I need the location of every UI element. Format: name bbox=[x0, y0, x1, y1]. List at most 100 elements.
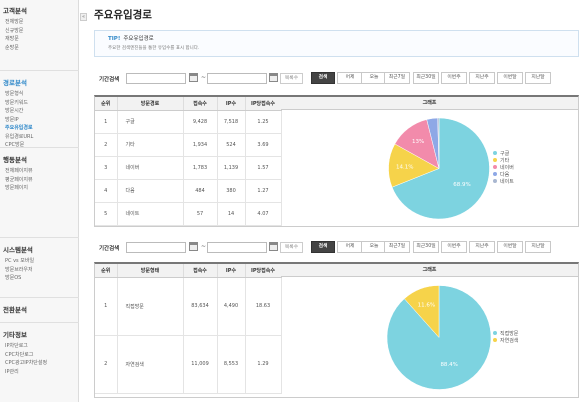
period-preset-button[interactable]: 최근7일 bbox=[384, 241, 410, 253]
table-cell: 기타 bbox=[117, 133, 184, 157]
period-preset-button[interactable]: 어제 bbox=[337, 72, 363, 84]
graph-header: 그래프 bbox=[281, 97, 578, 110]
legend-item[interactable]: 자연검색 bbox=[493, 337, 518, 345]
start-date-input[interactable] bbox=[126, 73, 186, 84]
table-cell: 524 bbox=[217, 133, 246, 157]
sidebar-item[interactable]: CPC방문 bbox=[0, 141, 79, 150]
period-preset-button[interactable]: 최근7일 bbox=[384, 72, 410, 84]
sidebar-item-list: 전체페이지뷰 평균페이지뷰 방문페이지 bbox=[0, 167, 79, 193]
legend-item[interactable]: 네이트 bbox=[493, 179, 514, 186]
table-body: 1 직접방문 83,634 4,490 18.63 2 자연검색 11,009 8,553 1.2… bbox=[95, 277, 282, 394]
search-button[interactable]: 검색 bbox=[311, 241, 335, 253]
sidebar-item[interactable]: CPC차단로그 bbox=[0, 351, 79, 360]
tip-label: TIP! bbox=[108, 36, 121, 42]
table-cell: 1,139 bbox=[217, 156, 246, 180]
period-preset-button[interactable]: 지난주 bbox=[469, 72, 495, 84]
table-cell: 9,428 bbox=[183, 110, 218, 134]
sidebar-item[interactable]: 방문형식 bbox=[0, 90, 79, 99]
table-cell: 네이트 bbox=[117, 202, 184, 226]
legend-label: 직접방문 bbox=[500, 330, 519, 337]
pie-chart: 88.4% 11.6% bbox=[386, 285, 492, 390]
table-cell: 구글 bbox=[117, 110, 184, 134]
sidebar-item[interactable]: 전체페이지뷰 bbox=[0, 167, 79, 176]
legend-item[interactable]: 구글 bbox=[493, 151, 514, 158]
sidebar-item-list: 방문형식 방문키워드 방문시간 방문IP 주요유입경로 유입경로URL CPC방문 bbox=[0, 90, 79, 150]
legend-label: 네이트 bbox=[500, 179, 514, 185]
sidebar-item[interactable]: 주요유입경로 bbox=[0, 124, 79, 133]
end-date-input[interactable] bbox=[207, 73, 267, 84]
legend-item[interactable]: 네이버 bbox=[493, 165, 514, 172]
period-preset-button[interactable]: 이번달 bbox=[497, 72, 523, 84]
period-preset-button[interactable]: 지난달 bbox=[525, 241, 551, 253]
sidebar-item[interactable]: 재방문 bbox=[0, 35, 79, 44]
table-body: 1 구글 9,428 7,518 1.25 2 기타 1,934 524 3.69 3 네이버 1,78… bbox=[95, 110, 282, 226]
sidebar-item[interactable]: 방문IP bbox=[0, 116, 79, 125]
sidebar-section-title[interactable]: 시스템분석 bbox=[0, 245, 79, 255]
sidebar-item[interactable]: 평균페이지뷰 bbox=[0, 176, 79, 185]
period-preset-button[interactable]: 최근30일 bbox=[413, 72, 439, 84]
sidebar-item[interactable]: CPC광고IP차단설정 bbox=[0, 359, 79, 368]
period-preset-button[interactable]: 최근30일 bbox=[413, 241, 439, 253]
sidebar: 고객분석전체방문 신규방문 재방문 순방문경로분석방문형식 방문키워드 방문시간 방문IP 주… bbox=[0, 0, 79, 402]
slice-data-label: 13% bbox=[412, 139, 424, 145]
sidebar-item[interactable]: IP관리 bbox=[0, 368, 79, 377]
calendar-icon[interactable] bbox=[189, 242, 198, 251]
sidebar-section: 고객분석전체방문 신규방문 재방문 순방문 bbox=[0, 6, 79, 52]
start-date-input[interactable] bbox=[126, 242, 186, 253]
period-preset-button[interactable]: 어제 bbox=[337, 241, 363, 253]
period-preset-button[interactable]: 지난달 bbox=[525, 72, 551, 84]
period-preset-button[interactable]: 지난주 bbox=[469, 241, 495, 253]
sidebar-item[interactable]: 순방문 bbox=[0, 44, 79, 53]
sidebar-item[interactable]: 방문페이지 bbox=[0, 184, 79, 193]
sidebar-item[interactable]: 방문시간 bbox=[0, 107, 79, 116]
sidebar-item[interactable]: 유입경로URL bbox=[0, 133, 79, 142]
sidebar-section: 시스템분석 PC vs 모바일 방문브라우저 방문OS bbox=[0, 245, 79, 283]
sidebar-section-title[interactable]: 경로분석 bbox=[0, 78, 79, 88]
list-count-button[interactable]: 목록수 bbox=[280, 73, 303, 84]
sidebar-section-title[interactable]: 고객분석 bbox=[0, 6, 79, 16]
calendar-icon[interactable] bbox=[269, 242, 278, 251]
sidebar-divider bbox=[0, 322, 79, 323]
tip-heading: TIP! 주요유입경로 bbox=[108, 34, 154, 42]
table-header-row: 순위 방문경로 접속수 IP수 IP당접속수 bbox=[95, 97, 282, 111]
sidebar-item[interactable]: 방문브라우저 bbox=[0, 266, 79, 275]
period-preset-button[interactable]: 이번주 bbox=[441, 72, 467, 84]
sidebar-item[interactable]: 방문키워드 bbox=[0, 99, 79, 108]
sidebar-item[interactable]: 전체방문 bbox=[0, 18, 79, 27]
sidebar-section: 기타정보 IP차단로그 CPC차단로그 CPC광고IP차단설정 IP관리 bbox=[0, 330, 79, 376]
sidebar-item[interactable]: PC vs 모바일 bbox=[0, 257, 79, 266]
sidebar-item[interactable]: 신규방문 bbox=[0, 27, 79, 36]
sidebar-item-list: PC vs 모바일 방문브라우저 방문OS bbox=[0, 257, 79, 283]
sidebar-section-title[interactable]: 행동분석 bbox=[0, 155, 79, 165]
table-cell: 1.25 bbox=[245, 110, 282, 134]
legend-label: 네이버 bbox=[500, 165, 514, 171]
stats-table: 순위 방문형태 접속수 IP수 IP당접속수 1 직접방문 83,634 4,490 18.63 2… bbox=[95, 264, 282, 394]
sidebar-section-title[interactable]: 기타정보 bbox=[0, 330, 79, 340]
sidebar-divider bbox=[0, 297, 79, 298]
sidebar-item[interactable]: IP차단로그 bbox=[0, 342, 79, 351]
legend-item[interactable]: 기타 bbox=[493, 158, 514, 165]
calendar-icon[interactable] bbox=[189, 73, 198, 82]
table-cell: 2 bbox=[95, 133, 118, 157]
sidebar-item-list: 전체방문 신규방문 재방문 순방문 bbox=[0, 18, 79, 52]
search-button[interactable]: 검색 bbox=[311, 72, 335, 84]
legend-item[interactable]: 직접방문 bbox=[493, 330, 519, 338]
table-header-row: 순위 방문형태 접속수 IP수 IP당접속수 bbox=[95, 264, 282, 278]
legend-swatch bbox=[493, 151, 497, 155]
legend-swatch bbox=[493, 158, 497, 162]
end-date-input[interactable] bbox=[207, 242, 267, 253]
slice-data-label: 68.9% bbox=[453, 182, 470, 188]
tip-title: 주요유입경로 bbox=[123, 36, 154, 42]
legend-item[interactable]: 다음 bbox=[493, 172, 514, 179]
sidebar-section-title[interactable]: 전환분석 bbox=[0, 305, 79, 315]
table-panel-2: 순위 방문형태 접속수 IP수 IP당접속수 1 직접방문 83,634 4,490 18.63 2… bbox=[94, 262, 579, 398]
period-preset-button[interactable]: 이번주 bbox=[441, 241, 467, 253]
legend-label: 다음 bbox=[500, 172, 510, 178]
sidebar-section: 경로분석방문형식 방문키워드 방문시간 방문IP 주요유입경로 유입경로URL CPC방문 bbox=[0, 78, 79, 150]
column-header: IP당접속수 bbox=[245, 264, 282, 278]
period-label: 기간검색 bbox=[99, 77, 120, 83]
calendar-icon[interactable] bbox=[269, 73, 278, 82]
list-count-button[interactable]: 목록수 bbox=[280, 242, 303, 253]
period-preset-button[interactable]: 이번달 bbox=[497, 241, 523, 253]
sidebar-item[interactable]: 방문OS bbox=[0, 274, 79, 283]
